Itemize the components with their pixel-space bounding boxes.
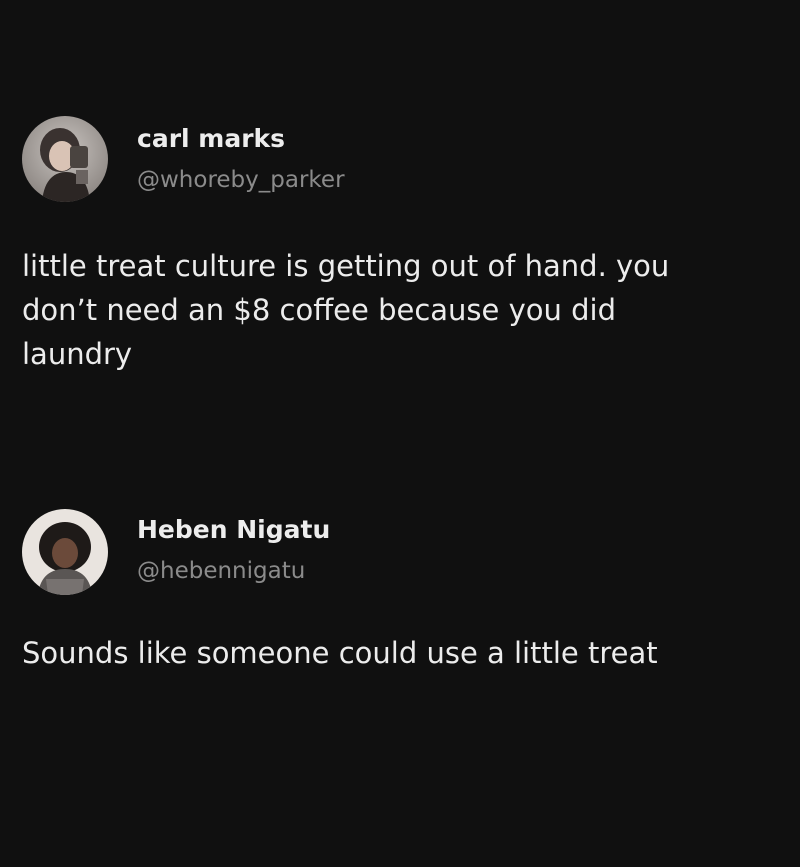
user-photo-avatar-icon (22, 116, 108, 202)
display-name[interactable]: carl marks (137, 124, 285, 153)
tweet-text: little treat culture is getting out of h… (22, 249, 670, 371)
avatar[interactable] (22, 116, 108, 202)
tweet-header: Heben Nigatu @hebennigatu (0, 502, 800, 602)
tweet-header: carl marks @whoreby_parker (0, 112, 800, 212)
avatar[interactable] (22, 509, 108, 595)
user-handle[interactable]: @hebennigatu (137, 558, 305, 584)
user-photo-avatar-icon (22, 509, 108, 595)
tweet-post-2: Heben Nigatu @hebennigatu Sounds like so… (0, 502, 800, 670)
tweet-post-1: carl marks @whoreby_parker little treat … (0, 112, 800, 371)
tweet-text: Sounds like someone could use a little t… (22, 636, 658, 670)
display-name[interactable]: Heben Nigatu (137, 515, 330, 544)
user-handle[interactable]: @whoreby_parker (137, 167, 345, 193)
